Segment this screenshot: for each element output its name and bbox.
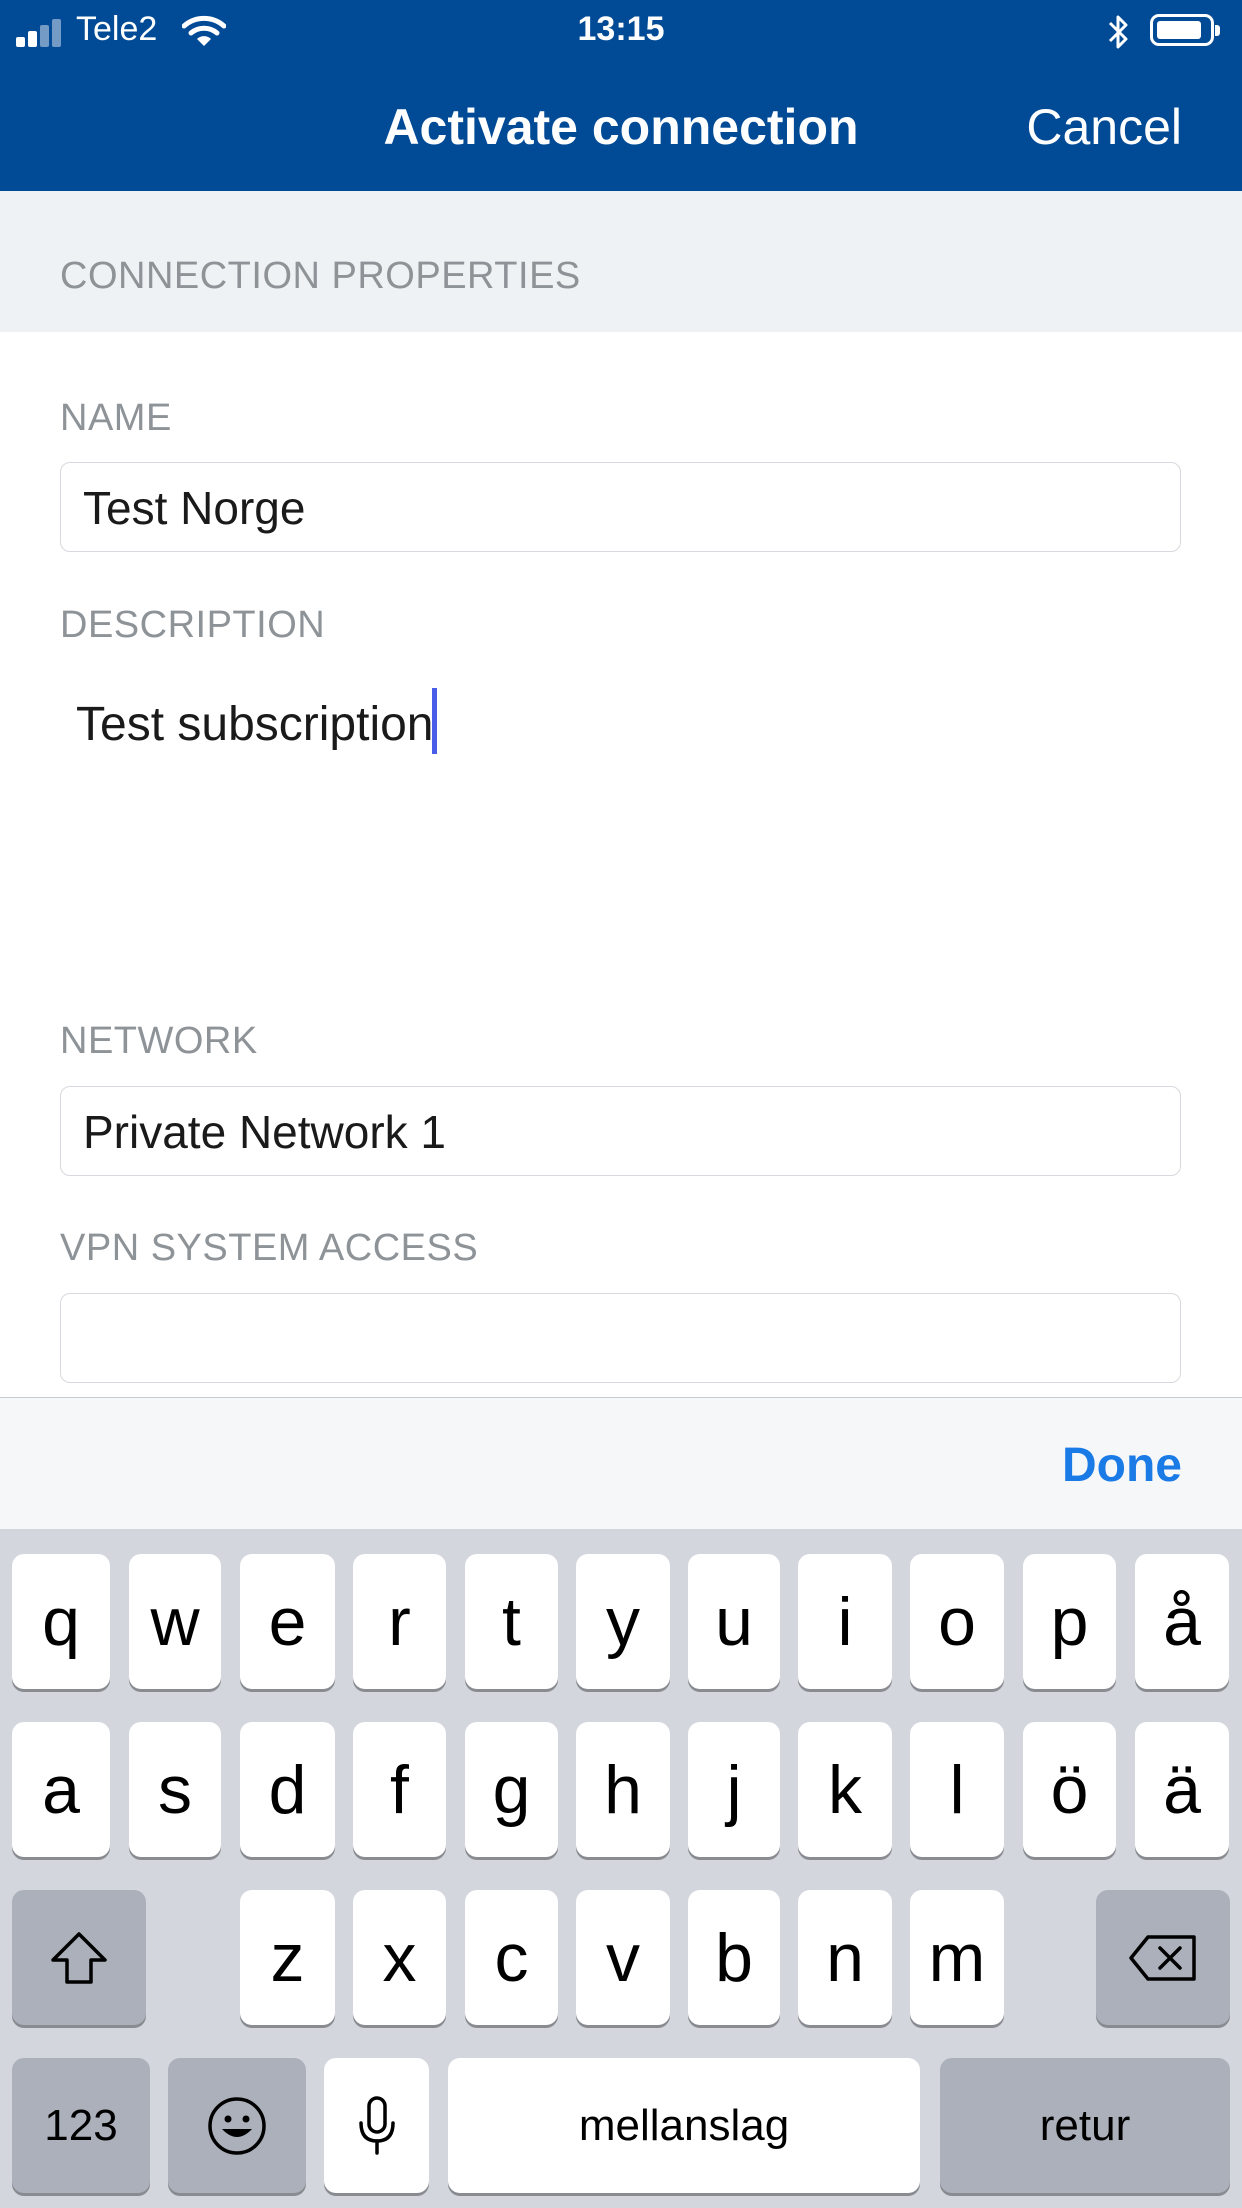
- key[interactable]: w: [129, 1554, 221, 1689]
- key[interactable]: e: [240, 1554, 335, 1689]
- microphone-key[interactable]: [324, 2058, 429, 2193]
- keyboard-accessory-bar: Done: [0, 1397, 1242, 1529]
- key[interactable]: y: [576, 1554, 670, 1689]
- network-field[interactable]: Private Network 1: [60, 1086, 1181, 1176]
- vpn-system-access-field[interactable]: [60, 1293, 1181, 1383]
- backspace-icon: [1129, 1934, 1196, 1981]
- section-header-label: CONNECTION PROPERTIES: [60, 255, 581, 297]
- status-time: 13:15: [577, 10, 665, 48]
- key[interactable]: z: [240, 1890, 335, 2025]
- backspace-key[interactable]: [1096, 1890, 1230, 2025]
- key[interactable]: c: [465, 1890, 558, 2025]
- battery-icon: [1150, 14, 1220, 46]
- keyboard: q w e r t y u i o p å a s d f g h j k l …: [0, 1529, 1242, 2208]
- key[interactable]: k: [798, 1722, 892, 1857]
- key[interactable]: b: [688, 1890, 780, 2025]
- key[interactable]: h: [576, 1722, 670, 1857]
- cancel-button[interactable]: Cancel: [1026, 98, 1182, 156]
- key[interactable]: m: [910, 1890, 1004, 2025]
- description-field[interactable]: Test subscription: [60, 688, 1181, 948]
- key[interactable]: n: [798, 1890, 892, 2025]
- name-field[interactable]: Test Norge: [60, 462, 1181, 552]
- status-bar: Tele2 13:15: [0, 0, 1242, 62]
- emoji-icon: [208, 2096, 266, 2155]
- shift-key[interactable]: [12, 1890, 146, 2025]
- shift-icon: [51, 1931, 107, 1984]
- key[interactable]: ä: [1135, 1722, 1229, 1857]
- key[interactable]: x: [353, 1890, 446, 2025]
- key[interactable]: q: [12, 1554, 110, 1689]
- bluetooth-icon: [1108, 15, 1128, 49]
- description-label: DESCRIPTION: [60, 604, 326, 646]
- text-caret: [431, 688, 437, 754]
- name-label: NAME: [60, 397, 172, 439]
- network-label: NETWORK: [60, 1020, 258, 1062]
- return-key[interactable]: retur: [940, 2058, 1230, 2193]
- emoji-key[interactable]: [168, 2058, 306, 2193]
- key[interactable]: ö: [1023, 1722, 1116, 1857]
- space-key[interactable]: mellanslag: [448, 2058, 920, 2193]
- key[interactable]: v: [576, 1890, 670, 2025]
- key[interactable]: g: [465, 1722, 558, 1857]
- done-button[interactable]: Done: [1062, 1438, 1182, 1493]
- key[interactable]: s: [129, 1722, 221, 1857]
- key[interactable]: i: [798, 1554, 892, 1689]
- microphone-icon: [358, 2095, 395, 2155]
- vpn-system-access-label: VPN SYSTEM ACCESS: [60, 1227, 479, 1269]
- navigation-bar: Tele2 13:15 Activate connection Cancel: [0, 0, 1242, 191]
- key[interactable]: d: [240, 1722, 335, 1857]
- key[interactable]: p: [1023, 1554, 1116, 1689]
- key[interactable]: l: [910, 1722, 1004, 1857]
- key[interactable]: u: [688, 1554, 780, 1689]
- key[interactable]: f: [353, 1722, 446, 1857]
- key[interactable]: t: [465, 1554, 558, 1689]
- section-header: CONNECTION PROPERTIES: [0, 191, 1242, 332]
- key[interactable]: a: [12, 1722, 110, 1857]
- key[interactable]: å: [1135, 1554, 1229, 1689]
- numbers-key[interactable]: 123: [12, 2058, 150, 2193]
- key[interactable]: r: [353, 1554, 446, 1689]
- description-text: Test subscription: [76, 698, 434, 751]
- key[interactable]: o: [910, 1554, 1004, 1689]
- key[interactable]: j: [688, 1722, 780, 1857]
